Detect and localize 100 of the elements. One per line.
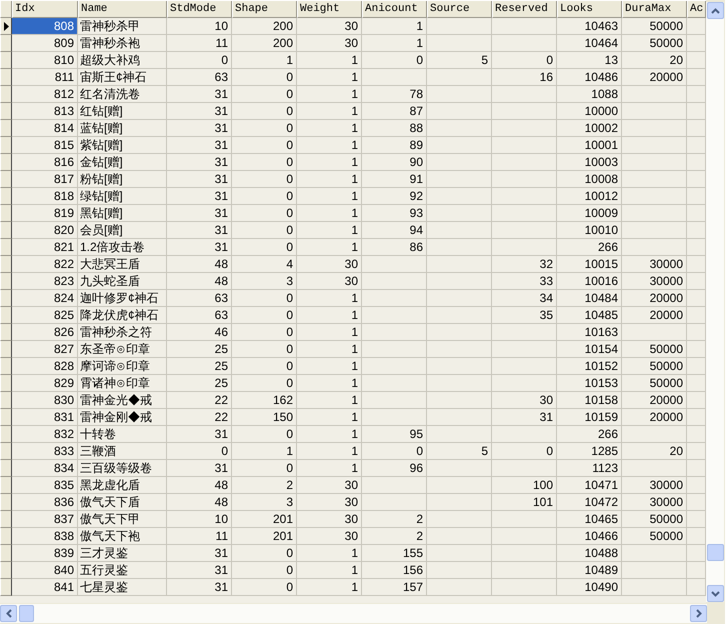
- row-header[interactable]: [0, 545, 12, 562]
- row-header[interactable]: [0, 494, 12, 511]
- table-cell: 10152: [557, 358, 622, 375]
- table-cell: 200: [232, 18, 297, 35]
- table-cell: 1: [297, 154, 362, 171]
- table-cell: 88: [362, 120, 427, 137]
- row-header[interactable]: [0, 137, 12, 154]
- table-cell: [492, 239, 557, 256]
- column-header[interactable]: Shape: [232, 1, 297, 18]
- table-cell: 1: [297, 545, 362, 562]
- row-header[interactable]: [0, 290, 12, 307]
- row-header[interactable]: [0, 426, 12, 443]
- column-header[interactable]: Idx: [12, 1, 78, 18]
- table-cell: [427, 545, 492, 562]
- column-header[interactable]: Name: [78, 1, 167, 18]
- row-header[interactable]: [0, 256, 12, 273]
- row-header[interactable]: [0, 86, 12, 103]
- table-cell: 31: [167, 103, 232, 120]
- table-cell: [427, 154, 492, 171]
- table-cell: 1: [362, 35, 427, 52]
- row-header[interactable]: [0, 409, 12, 426]
- table-cell: 25: [167, 341, 232, 358]
- row-header[interactable]: [0, 341, 12, 358]
- table-cell: [492, 511, 557, 528]
- row-header[interactable]: [0, 18, 12, 35]
- table-cell: [362, 341, 427, 358]
- column-header[interactable]: Anicount: [362, 1, 427, 18]
- table-cell: 0: [232, 222, 297, 239]
- table-cell: [427, 324, 492, 341]
- row-header[interactable]: [0, 103, 12, 120]
- table-cell: 1: [232, 443, 297, 460]
- row-header[interactable]: [0, 460, 12, 477]
- row-header[interactable]: [0, 69, 12, 86]
- column-header[interactable]: Reserved: [492, 1, 557, 18]
- column-header[interactable]: StdMode: [167, 1, 232, 18]
- table-cell: 0: [232, 69, 297, 86]
- table-cell: 1123: [557, 460, 622, 477]
- row-header[interactable]: [0, 443, 12, 460]
- table-cell: 30: [297, 477, 362, 494]
- row-header[interactable]: [0, 392, 12, 409]
- row-header[interactable]: [0, 171, 12, 188]
- row-header[interactable]: [0, 562, 12, 579]
- table-cell: 92: [362, 188, 427, 205]
- scroll-up-button[interactable]: [706, 2, 724, 19]
- row-header[interactable]: [0, 307, 12, 324]
- table-cell: 16: [492, 69, 557, 86]
- table-cell: 816: [12, 154, 78, 171]
- table-cell: 20: [622, 52, 687, 69]
- table-cell: [362, 307, 427, 324]
- table-cell: 10: [167, 18, 232, 35]
- table-cell: [492, 460, 557, 477]
- row-header[interactable]: [0, 35, 12, 52]
- scroll-left-button[interactable]: [0, 605, 17, 622]
- table-cell: [622, 205, 687, 222]
- table-cell: 1: [297, 205, 362, 222]
- table-cell: 63: [167, 69, 232, 86]
- row-header[interactable]: [0, 477, 12, 494]
- row-header[interactable]: [0, 188, 12, 205]
- table-cell: 三鞭酒: [78, 443, 167, 460]
- table-cell: 89: [362, 137, 427, 154]
- table-cell: 817: [12, 171, 78, 188]
- row-header[interactable]: [0, 511, 12, 528]
- table-cell: 162: [232, 392, 297, 409]
- row-header[interactable]: [0, 205, 12, 222]
- table-cell: 50000: [622, 375, 687, 392]
- scroll-thumb[interactable]: [19, 605, 34, 622]
- row-header[interactable]: [0, 154, 12, 171]
- table-cell: 30000: [622, 256, 687, 273]
- row-header[interactable]: [0, 222, 12, 239]
- column-header[interactable]: Ac: [687, 1, 706, 18]
- table-cell: 5: [427, 443, 492, 460]
- column-header[interactable]: Weight: [297, 1, 362, 18]
- table-cell: [427, 188, 492, 205]
- row-header[interactable]: [0, 375, 12, 392]
- table-cell: 1: [297, 171, 362, 188]
- table-cell: 3: [232, 494, 297, 511]
- table-cell: 0: [167, 443, 232, 460]
- row-header[interactable]: [0, 358, 12, 375]
- scroll-right-button[interactable]: [690, 605, 707, 622]
- row-header[interactable]: [0, 239, 12, 256]
- column-header[interactable]: DuraMax: [622, 1, 687, 18]
- row-header[interactable]: [0, 120, 12, 137]
- table-cell: 0: [492, 52, 557, 69]
- row-header[interactable]: [0, 324, 12, 341]
- row-header[interactable]: [0, 273, 12, 290]
- column-header[interactable]: Looks: [557, 1, 622, 18]
- table-cell: 会员[赠]: [78, 222, 167, 239]
- table-cell: 201: [232, 511, 297, 528]
- table-cell: 810: [12, 52, 78, 69]
- row-header[interactable]: [0, 528, 12, 545]
- row-header[interactable]: [0, 579, 12, 596]
- table-cell: 傲气天下袍: [78, 528, 167, 545]
- column-header[interactable]: Source: [427, 1, 492, 18]
- row-header[interactable]: [0, 52, 12, 69]
- table-cell: 1: [297, 324, 362, 341]
- table-cell: 838: [12, 528, 78, 545]
- table-cell: [427, 375, 492, 392]
- table-cell: 30: [297, 528, 362, 545]
- scroll-down-button[interactable]: [706, 585, 724, 602]
- scroll-thumb[interactable]: [706, 544, 724, 561]
